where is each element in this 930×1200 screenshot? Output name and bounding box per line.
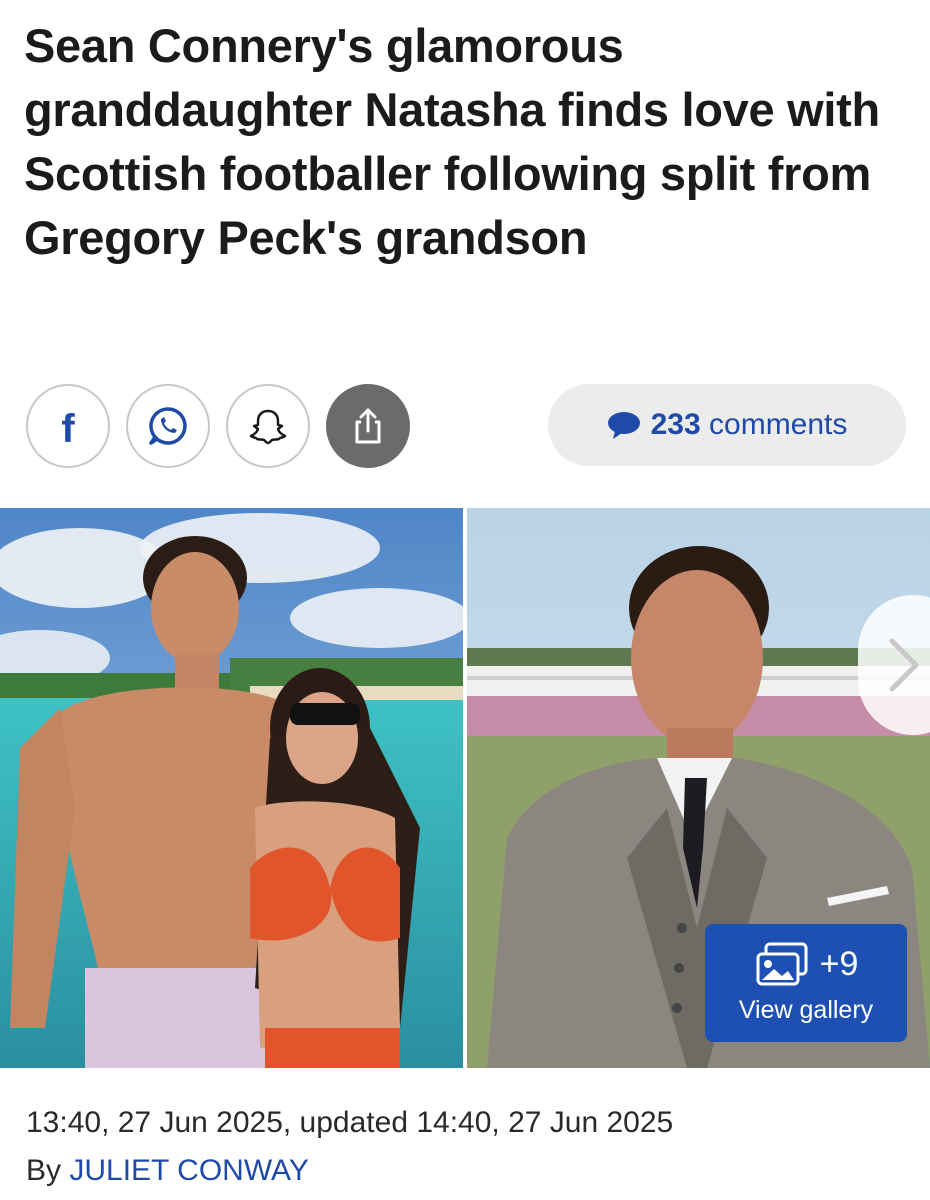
gallery-icon <box>756 942 808 985</box>
next-photo-button[interactable] <box>858 595 930 735</box>
snapchat-share-button[interactable] <box>226 384 310 468</box>
whatsapp-icon <box>149 407 187 445</box>
byline: By JULIET CONWAY <box>26 1148 309 1194</box>
share-button[interactable] <box>326 384 410 468</box>
beach-couple-photo[interactable] <box>0 508 463 1068</box>
article-timestamp: 13:40, 27 Jun 2025, updated 14:40, 27 Ju… <box>26 1106 674 1139</box>
comments-count: 233 <box>650 408 701 441</box>
author-link[interactable]: JULIET CONWAY <box>69 1154 308 1187</box>
comments-button[interactable]: 233 comments <box>548 384 906 466</box>
share-bar: f 233 comments <box>26 384 906 470</box>
facebook-icon: f <box>61 407 75 448</box>
share-icon <box>355 408 381 444</box>
svg-text:f: f <box>61 407 75 448</box>
article-headline: Sean Connery's glamorous granddaughter N… <box>24 19 880 264</box>
byline-prefix: By <box>26 1154 70 1187</box>
gallery-count: +9 <box>819 945 859 983</box>
view-gallery-button[interactable]: +9 View gallery <box>705 924 907 1042</box>
comments-label: comments <box>709 408 848 441</box>
whatsapp-share-button[interactable] <box>126 384 210 468</box>
facebook-share-button[interactable]: f <box>26 384 110 468</box>
chevron-right-icon <box>889 638 919 692</box>
gallery-label: View gallery <box>738 995 874 1024</box>
comment-bubble-icon <box>607 412 640 439</box>
snapchat-icon <box>249 409 287 445</box>
